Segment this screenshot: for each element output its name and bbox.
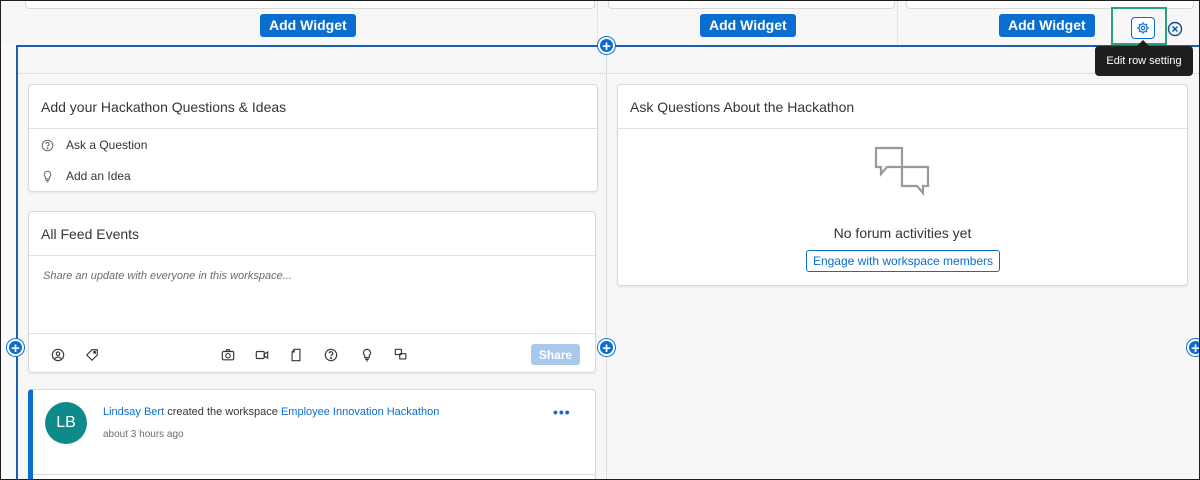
document-icon[interactable] <box>289 348 303 362</box>
avatar[interactable]: LB <box>45 402 87 444</box>
question-circle-icon[interactable] <box>324 348 338 362</box>
empty-state-message: No forum activities yet <box>833 225 972 241</box>
tooltip: Edit row setting <box>1095 40 1193 76</box>
feed-item: LB Lindsay Bert created the workspace Em… <box>28 389 596 479</box>
discussion-icon[interactable] <box>394 348 408 362</box>
ideas-widget: Add your Hackathon Questions & Ideas Ask… <box>28 84 598 192</box>
add-idea-label: Add an Idea <box>66 169 131 183</box>
previous-row-column-1: Add Widget <box>1 1 598 45</box>
share-update-input[interactable]: Share an update with everyone in this wo… <box>29 256 595 334</box>
feed-item-text: Lindsay Bert created the workspace Emplo… <box>103 406 439 418</box>
lightbulb-icon <box>43 170 52 183</box>
widget-title: Ask Questions About the Hackathon <box>618 85 1187 129</box>
column-divider <box>606 45 607 479</box>
author-link[interactable]: Lindsay Bert <box>103 406 164 418</box>
gear-icon <box>1137 22 1149 34</box>
tag-icon[interactable] <box>85 348 99 362</box>
widget-title: Add your Hackathon Questions & Ideas <box>29 85 597 129</box>
close-row-button[interactable] <box>1167 21 1183 37</box>
ask-question-item[interactable]: Ask a Question <box>41 135 147 155</box>
previous-row-column-2: Add Widget <box>598 1 898 45</box>
forum-widget: Ask Questions About the Hackathon No for… <box>617 84 1188 286</box>
share-update-placeholder: Share an update with everyone in this wo… <box>43 270 292 282</box>
camera-icon[interactable] <box>221 348 235 362</box>
feed-widget: All Feed Events Share an update with eve… <box>28 211 596 373</box>
divider <box>33 474 595 475</box>
edit-row-settings-button[interactable] <box>1131 17 1155 39</box>
widget-title: All Feed Events <box>29 212 595 256</box>
feed-item-timestamp: about 3 hours ago <box>103 429 184 440</box>
feed-action-text: created the workspace <box>164 406 281 418</box>
add-column-middle-button[interactable]: + <box>598 339 615 357</box>
share-button[interactable]: Share <box>531 344 580 365</box>
add-widget-button[interactable]: Add Widget <box>999 14 1095 37</box>
video-icon[interactable] <box>255 348 269 362</box>
add-widget-button[interactable]: Add Widget <box>260 14 356 37</box>
add-column-left-button[interactable]: + <box>7 339 24 357</box>
add-column-right-button[interactable]: + <box>1187 339 1199 357</box>
add-row-above-button[interactable]: + <box>598 37 615 55</box>
workspace-link[interactable]: Employee Innovation Hackathon <box>281 406 439 418</box>
mention-icon[interactable] <box>51 348 65 362</box>
ask-question-label: Ask a Question <box>66 138 148 152</box>
add-idea-item[interactable]: Add an Idea <box>41 166 131 186</box>
engage-members-button[interactable]: Engage with workspace members <box>806 250 1000 272</box>
page-frame: Add Widget Add Widget Add Widget + + + +… <box>0 0 1200 480</box>
previous-widget-edge <box>608 1 895 9</box>
question-circle-icon <box>41 139 54 151</box>
previous-widget-edge <box>25 1 595 9</box>
add-widget-button[interactable]: Add Widget <box>700 14 796 37</box>
chat-bubbles-icon <box>874 146 930 196</box>
more-options-button[interactable]: ••• <box>553 404 571 420</box>
lightbulb-icon[interactable] <box>360 348 374 362</box>
